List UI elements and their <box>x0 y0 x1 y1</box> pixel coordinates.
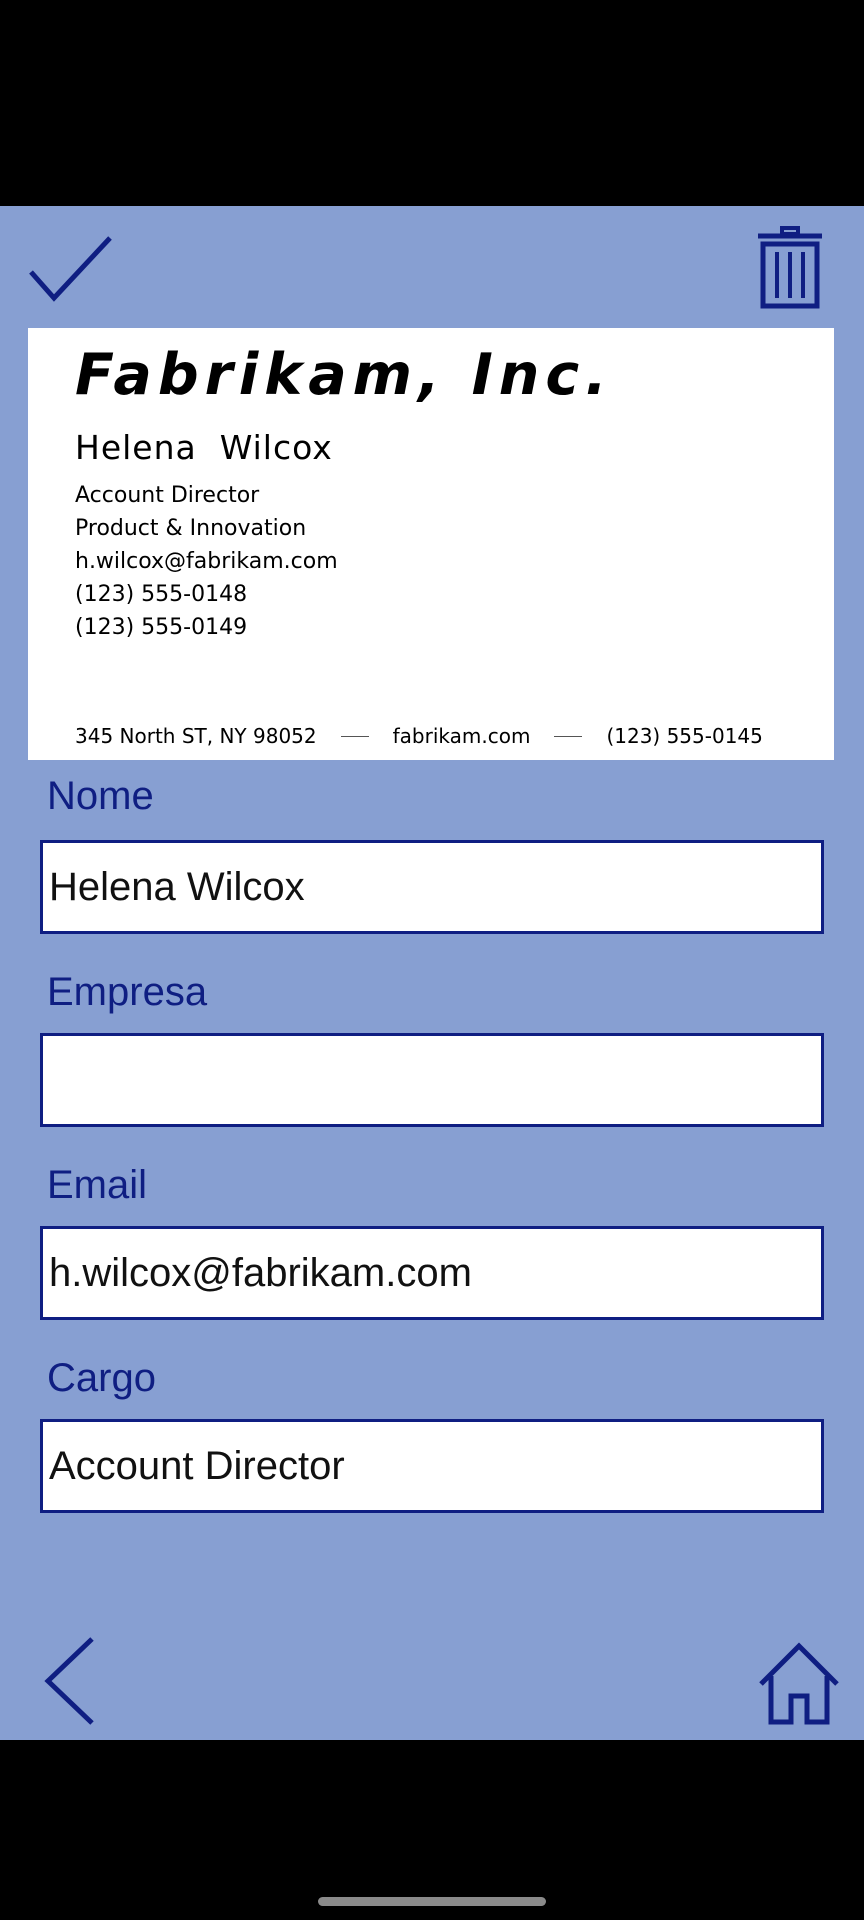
back-button[interactable] <box>44 1636 98 1726</box>
name-input[interactable] <box>40 840 824 934</box>
divider <box>340 735 369 737</box>
trash-icon <box>758 226 822 309</box>
business-card-image: Fabrikam, Inc. Helena Wilcox Account Dir… <box>28 328 834 760</box>
card-phone-1: (123) 555-0148 <box>75 582 248 607</box>
navigation-bar <box>0 1740 864 1920</box>
name-label: Nome <box>47 774 154 818</box>
email-input[interactable] <box>40 1226 824 1320</box>
edit-contact-screen: Fabrikam, Inc. Helena Wilcox Account Dir… <box>0 206 864 1740</box>
card-name: Helena Wilcox <box>75 428 333 467</box>
divider <box>554 735 583 737</box>
job-title-input[interactable] <box>40 1419 824 1513</box>
delete-button[interactable] <box>758 226 822 310</box>
card-website: fabrikam.com <box>392 724 531 748</box>
card-department: Product & Innovation <box>75 516 307 541</box>
company-input[interactable] <box>40 1033 824 1127</box>
card-email: h.wilcox@fabrikam.com <box>75 549 338 574</box>
check-icon <box>29 236 112 302</box>
home-icon <box>759 1642 839 1725</box>
card-phone-2: (123) 555-0149 <box>75 615 248 640</box>
card-title: Account Director <box>75 483 260 508</box>
home-button[interactable] <box>758 1642 840 1726</box>
card-company: Fabrikam, Inc. <box>75 342 613 408</box>
email-label: Email <box>47 1163 148 1207</box>
job-title-label: Cargo <box>47 1356 156 1400</box>
chevron-left-icon <box>44 1637 94 1725</box>
status-bar <box>0 0 864 206</box>
gesture-handle[interactable] <box>318 1897 546 1906</box>
card-phone-main: (123) 555-0145 <box>606 724 763 748</box>
card-footer: 345 North ST, NY 98052 fabrikam.com (123… <box>75 724 815 748</box>
confirm-button[interactable] <box>28 234 114 304</box>
card-address: 345 North ST, NY 98052 <box>75 724 317 748</box>
company-label: Empresa <box>47 970 208 1014</box>
